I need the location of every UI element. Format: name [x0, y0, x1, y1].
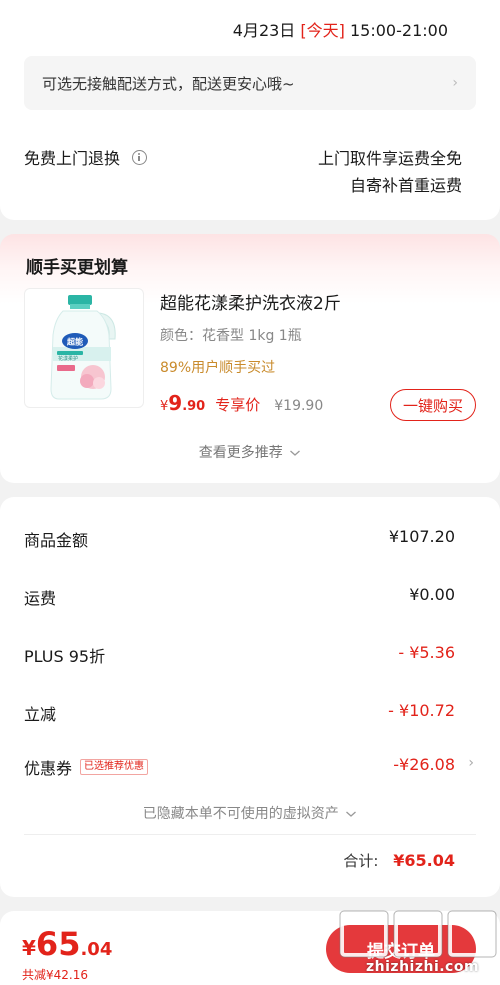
today-tag: [今天]	[300, 21, 345, 40]
coupon-badge: 已选推荐优惠	[80, 759, 149, 775]
pay-integer: 65	[35, 925, 81, 963]
price-decimal: .90	[182, 399, 206, 414]
summary-value: ¥107.20	[388, 527, 455, 546]
price-summary-card: 商品金额 ¥107.20 运费 ¥0.00 PLUS 95折 - ¥5.36 立…	[0, 497, 500, 897]
summary-label: 立减	[24, 705, 57, 724]
contactless-delivery-option[interactable]: 可选无接触配送方式，配送更安心哦~ ›	[24, 56, 476, 110]
plus-discount-row: PLUS 95折 - ¥5.36	[24, 643, 476, 673]
product-name[interactable]: 超能花漾柔护洗衣液2斤	[160, 289, 341, 314]
contactless-text: 可选无接触配送方式，配送更安心哦~	[42, 74, 295, 93]
pay-currency: ¥	[22, 936, 36, 960]
social-proof: 89%用户顺手买过	[160, 360, 276, 376]
total-label: 合计:	[343, 852, 379, 870]
svg-text:超能: 超能	[66, 337, 83, 347]
return-policy-line2: 自寄补首重运费	[349, 176, 462, 195]
total-value: ¥65.04	[393, 851, 455, 870]
summary-label: PLUS 95折	[24, 647, 106, 666]
product-image[interactable]: 超能 花漾柔护	[24, 288, 144, 408]
return-policy: 上门取件享运费全免 自寄补首重运费	[318, 145, 462, 199]
pay-amount: ¥ 65 .04	[22, 925, 112, 963]
delivery-window: 15:00-21:00	[350, 21, 448, 40]
checkout-bar: ¥ 65 .04 共减¥42.16 提交订单	[0, 911, 500, 985]
info-icon[interactable]	[132, 149, 148, 165]
free-return-text: 免费上门退换	[24, 149, 121, 168]
original-price: ¥19.90	[274, 398, 324, 414]
exclusive-price-tag: 专享价	[215, 396, 261, 414]
summary-value: - ¥10.72	[388, 701, 455, 720]
pay-decimal: .04	[80, 939, 113, 960]
summary-label: 优惠券	[24, 759, 73, 778]
chevron-right-icon: ›	[468, 755, 474, 771]
detergent-bottle-icon: 超能 花漾柔护	[50, 295, 116, 400]
total-saved: 共减¥42.16	[22, 968, 88, 982]
shipping-row: 运费 ¥0.00	[24, 585, 476, 615]
submit-order-button[interactable]: 提交订单	[326, 925, 476, 973]
svg-text:花漾柔护: 花漾柔护	[58, 355, 78, 362]
order-total: 合计: ¥65.04	[343, 850, 455, 871]
return-policy-line1: 上门取件享运费全免	[317, 149, 462, 168]
hidden-assets-toggle[interactable]: 已隐藏本单不可使用的虚拟资产	[0, 803, 500, 823]
price-currency: ¥	[160, 399, 169, 414]
recommend-card: 顺手买更划算 超能 花漾柔护 超能花漾柔护洗衣液2斤 颜色：花香型 1kg 1瓶…	[0, 234, 500, 483]
summary-value: ¥0.00	[409, 585, 455, 604]
instant-discount-row: 立减 - ¥10.72	[24, 701, 476, 731]
summary-value: -¥26.08	[393, 755, 455, 774]
summary-label: 商品金额	[24, 531, 89, 550]
delivery-date: 4月23日	[232, 21, 296, 40]
chevron-down-icon	[290, 450, 301, 456]
price-integer: 9	[168, 391, 183, 415]
summary-label: 运费	[24, 589, 57, 608]
chevron-down-icon	[346, 811, 357, 817]
delivery-card: 4月23日 [今天] 15:00-21:00 可选无接触配送方式，配送更安心哦~…	[0, 0, 500, 220]
summary-value: - ¥5.36	[398, 643, 455, 662]
hidden-assets-text: 已隐藏本单不可使用的虚拟资产	[142, 806, 339, 822]
divider	[24, 834, 476, 835]
more-recommendations-link[interactable]: 查看更多推荐	[0, 442, 500, 462]
one-click-buy-button[interactable]: 一键购买	[390, 389, 476, 421]
delivery-time[interactable]: 4月23日 [今天] 15:00-21:00	[233, 17, 448, 41]
product-spec: 颜色：花香型 1kg 1瓶	[160, 328, 302, 344]
more-recommendations-text: 查看更多推荐	[198, 445, 283, 461]
coupon-label: 优惠券 已选推荐优惠	[24, 755, 149, 779]
product-price: ¥ 9 .90 专享价 ¥19.90	[160, 391, 323, 415]
coupon-row[interactable]: 优惠券 已选推荐优惠 -¥26.08 ›	[24, 755, 476, 785]
recommend-title: 顺手买更划算	[26, 258, 128, 278]
goods-amount-row: 商品金额 ¥107.20	[24, 527, 476, 557]
free-return-label: 免费上门退换	[24, 145, 148, 169]
chevron-right-icon: ›	[452, 75, 458, 91]
